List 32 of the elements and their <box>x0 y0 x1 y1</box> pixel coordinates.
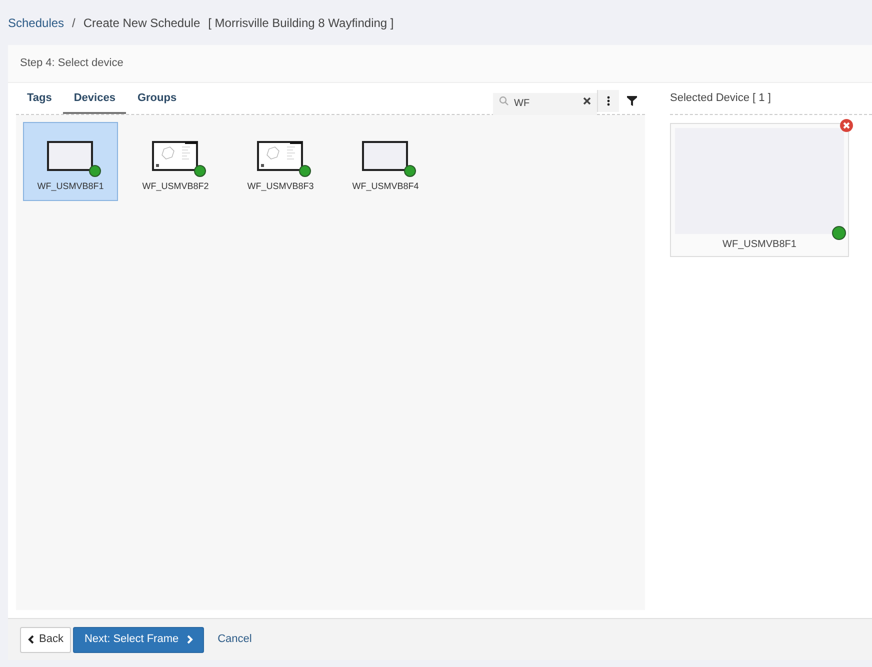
back-button[interactable]: Back <box>20 626 72 652</box>
remove-icon[interactable] <box>840 119 853 132</box>
device-name: WF_USMVB8F4 <box>352 180 419 193</box>
next-button[interactable]: Next: Select Frame <box>73 626 204 652</box>
device-name: WF_USMVB8F1 <box>37 180 104 193</box>
device-name: WF_USMVB8F1 <box>722 238 796 252</box>
clear-icon[interactable] <box>583 97 591 105</box>
screen-thumbnail <box>362 140 408 170</box>
breadcrumb-separator: / <box>72 14 76 32</box>
device-tile[interactable]: WF_USMVB8F2 <box>128 122 223 201</box>
tab[interactable]: Tags <box>16 85 63 114</box>
step-title: Step 4: Select device <box>20 56 124 72</box>
schedule-name: [ Morrisville Building 8 Wayfinding ] <box>208 14 394 32</box>
breadcrumb-current: Create New Schedule <box>83 14 200 32</box>
device-name: WF_USMVB8F2 <box>142 180 209 193</box>
panel-title: Selected Device [ 1 ] <box>670 91 771 106</box>
device-name: WF_USMVB8F3 <box>247 180 314 193</box>
screen-thumbnail <box>46 140 92 170</box>
cancel-link[interactable]: Cancel <box>218 631 252 648</box>
search-field[interactable]: WF <box>493 92 597 114</box>
device-tile[interactable]: WF_USMVB8F3 <box>233 122 328 201</box>
map-thumbnail <box>256 140 302 170</box>
map-thumbnail <box>152 140 198 170</box>
tab[interactable]: Groups <box>126 85 188 114</box>
device-tile[interactable]: WF_USMVB8F4 <box>338 122 433 201</box>
filter-icon[interactable] <box>627 96 637 106</box>
more-icon[interactable] <box>607 96 610 106</box>
chevron-right-icon <box>186 635 193 644</box>
chevron-left-icon <box>28 635 34 644</box>
search-icon <box>499 96 509 106</box>
device-tile[interactable]: WF_USMVB8F1 <box>23 122 118 201</box>
breadcrumb-link[interactable]: Schedules <box>8 14 64 32</box>
